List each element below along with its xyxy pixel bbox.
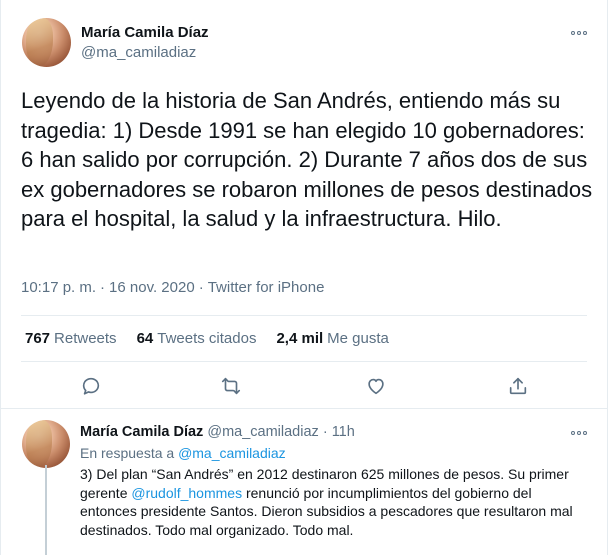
tweet-meta: 10:17 p. m. · 16 nov. 2020 · Twitter for iPh…: [21, 279, 324, 296]
reply-icon[interactable]: [80, 375, 104, 399]
divider: [21, 315, 587, 316]
retweets-stat[interactable]: 767 Retweets: [25, 330, 117, 347]
more-icon[interactable]: [569, 27, 589, 39]
reply-to-prefix: En respuesta a: [80, 445, 175, 461]
reply-author-handle[interactable]: @ma_camiladiaz: [207, 424, 318, 440]
divider: [0, 408, 608, 409]
quotes-stat[interactable]: 64 Tweets citados: [137, 330, 257, 347]
tweet-text: Leyendo de la historia de San Andrés, en…: [21, 88, 593, 231]
thread-line: [45, 465, 47, 555]
reply-to-handle[interactable]: @ma_camiladiaz: [178, 445, 286, 461]
more-icon[interactable]: [569, 427, 589, 439]
author-handle[interactable]: @ma_camiladiaz: [81, 44, 196, 61]
tweet-date[interactable]: 16 nov. 2020: [109, 279, 195, 296]
meta-separator: ·: [198, 279, 204, 296]
reply-separator: ·: [322, 424, 328, 440]
reply-author-name[interactable]: María Camila Díaz: [80, 424, 203, 440]
tweet-stats: 767 Retweets 64 Tweets citados 2,4 mil Me g…: [25, 330, 409, 347]
likes-stat[interactable]: 2,4 mil Me gusta: [276, 330, 388, 347]
reply-time[interactable]: 11h: [332, 424, 355, 440]
divider: [21, 361, 587, 362]
heart-icon[interactable]: [365, 375, 389, 399]
reply-to-line: En respuesta a @ma_camiladiaz: [80, 445, 286, 461]
reply-header: María Camila Díaz @ma_camiladiaz · 11h: [80, 424, 355, 440]
mention-link[interactable]: @rudolf_hommes: [131, 485, 242, 501]
tweet-source[interactable]: Twitter for iPhone: [208, 279, 325, 296]
avatar[interactable]: [22, 420, 70, 468]
avatar[interactable]: [22, 18, 71, 67]
meta-separator: ·: [100, 279, 106, 296]
reply-text: 3) Del plan “San Andrés” en 2012 destina…: [80, 465, 592, 539]
share-icon[interactable]: [507, 375, 531, 399]
retweet-icon[interactable]: [220, 375, 244, 399]
tweet-time[interactable]: 10:17 p. m.: [21, 279, 96, 296]
author-name[interactable]: María Camila Díaz: [81, 24, 209, 41]
